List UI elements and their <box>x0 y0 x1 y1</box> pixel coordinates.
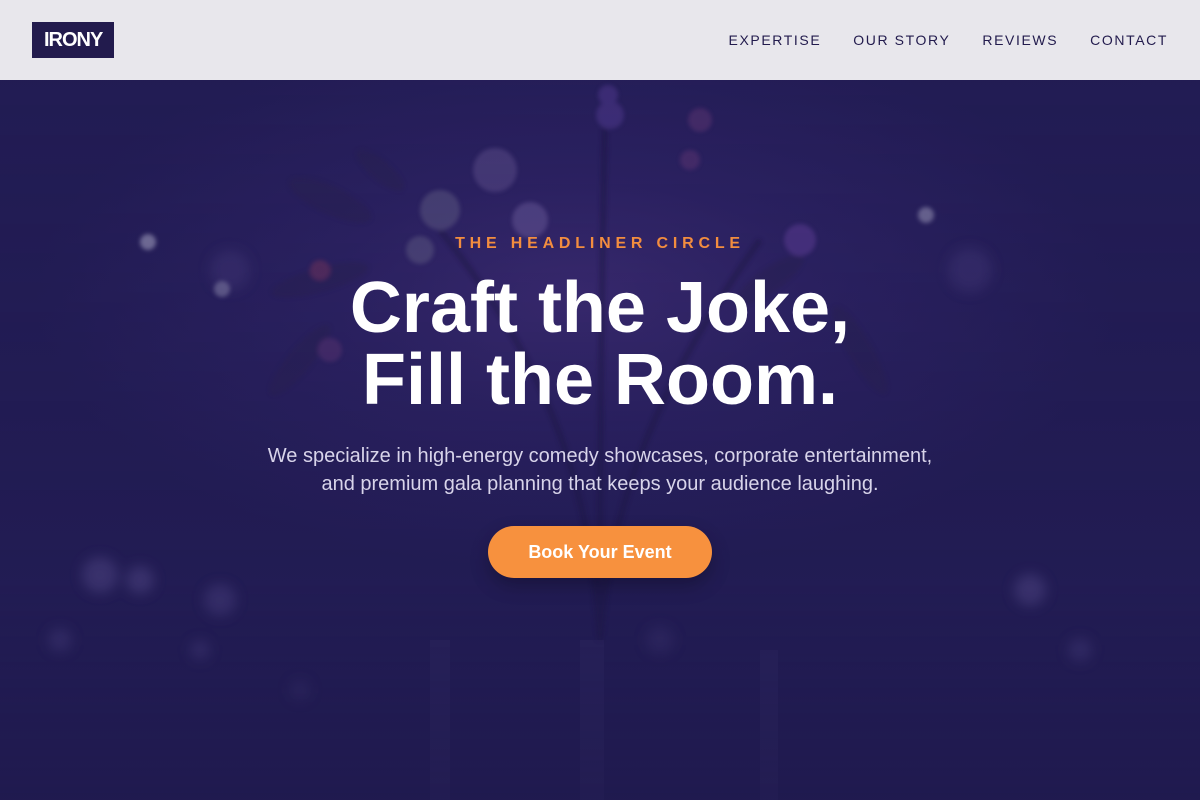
nav-link-expertise[interactable]: EXPERTISE <box>729 32 822 48</box>
hero-overlay <box>0 80 1200 800</box>
hero-section: THE HEADLINER CIRCLE Craft the Joke, Fil… <box>0 80 1200 800</box>
nav-link-contact[interactable]: CONTACT <box>1090 32 1168 48</box>
hero-subtext-line-1: We specialize in high-energy comedy show… <box>267 445 933 467</box>
main-nav: EXPERTISE OUR STORY REVIEWS CONTACT <box>697 0 1168 80</box>
hero-eyebrow: THE HEADLINER CIRCLE <box>455 235 745 252</box>
book-event-button[interactable]: Book Your Event <box>488 526 712 578</box>
site-header: IRONY EXPERTISE OUR STORY REVIEWS CONTAC… <box>0 0 1200 80</box>
nav-link-reviews[interactable]: REVIEWS <box>982 32 1058 48</box>
nav-link-our-story[interactable]: OUR STORY <box>853 32 950 48</box>
brand-logo[interactable]: IRONY <box>32 22 115 58</box>
hero-headline: Craft the Joke, Fill the Room. <box>0 272 1200 416</box>
hero-headline-line-1: Craft the Joke, <box>349 268 851 348</box>
hero-subtext-line-2: and premium gala planning that keeps you… <box>321 473 879 495</box>
hero-headline-line-2: Fill the Room. <box>362 340 838 420</box>
hero-subtext: We specialize in high-energy comedy show… <box>250 442 950 498</box>
